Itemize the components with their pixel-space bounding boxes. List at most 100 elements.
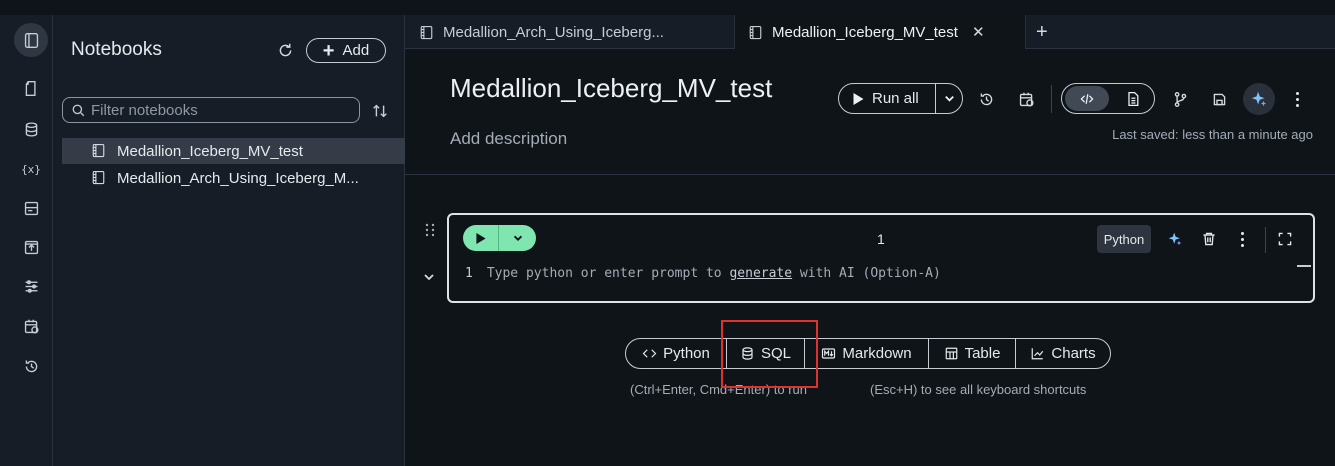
rail-variables-button[interactable]: {x} [13, 154, 49, 184]
tab-bar: Medallion_Arch_Using_Iceberg... Medallio… [405, 15, 1335, 49]
generate-link[interactable]: generate [729, 266, 792, 281]
sort-button[interactable] [371, 102, 391, 122]
collapse-cell-button[interactable] [422, 270, 436, 284]
add-cell-toolbar: Python SQL Markdown Table Charts [625, 338, 1111, 369]
notebook-list-item[interactable]: Medallion_Iceberg_MV_test [62, 138, 405, 164]
upload-box-icon [24, 240, 38, 254]
code-placeholder: Type python or enter prompt to [486, 266, 730, 281]
notebook-icon [420, 25, 433, 39]
filter-notebooks-input[interactable]: Filter notebooks [62, 97, 360, 123]
notebook-title[interactable]: Medallion_Iceberg_MV_test [450, 73, 772, 104]
code-icon [1080, 93, 1094, 104]
run-all-label: Run all [872, 90, 919, 107]
chevron-down-icon [424, 274, 434, 281]
description-input[interactable]: Add description [450, 129, 567, 149]
add-cell-label: Markdown [842, 345, 912, 362]
add-notebook-button[interactable]: + Add [306, 38, 386, 63]
filter-placeholder: Filter notebooks [91, 101, 198, 119]
tab-medallion-arch[interactable]: Medallion_Arch_Using_Iceberg... [419, 15, 664, 49]
history-icon [980, 93, 992, 105]
notebook-icon [92, 170, 105, 185]
tab-label: Medallion_Arch_Using_Iceberg... [443, 23, 664, 41]
trash-icon [1203, 232, 1215, 246]
add-cell-label: Table [964, 345, 1001, 362]
run-cell-button[interactable] [463, 225, 499, 251]
run-options-dropdown[interactable] [936, 92, 962, 105]
refresh-button[interactable] [274, 39, 296, 61]
add-table-cell-button[interactable]: Table [929, 339, 1016, 368]
markdown-icon [822, 348, 836, 359]
view-mode-toggle [1061, 83, 1155, 114]
rail-history-button[interactable] [13, 351, 49, 381]
cell-language-select[interactable]: Python [1097, 225, 1151, 253]
drag-handle-icon[interactable] [425, 223, 435, 237]
expand-cell-button[interactable] [1275, 229, 1295, 249]
calendar-clock-icon [24, 319, 39, 334]
run-cell-dropdown[interactable] [499, 232, 536, 244]
toolbar-divider [1051, 85, 1052, 113]
code-view-button[interactable] [1065, 86, 1109, 111]
editor-scroll-indicator [1297, 265, 1311, 267]
sort-arrows-icon [373, 104, 387, 118]
more-options-button[interactable] [1289, 88, 1305, 110]
delete-cell-button[interactable] [1199, 229, 1219, 249]
rail-catalog-button[interactable] [13, 193, 49, 223]
cell-ai-button[interactable] [1165, 229, 1185, 249]
table-icon [945, 347, 957, 360]
tab-medallion-iceberg[interactable]: Medallion_Iceberg_MV_test ✕ [734, 15, 1026, 49]
search-icon [72, 104, 85, 116]
icon-rail: {x} [0, 15, 53, 466]
code-icon [642, 349, 657, 358]
shortcuts-hint: (Esc+H) to see all keyboard shortcuts [870, 382, 1087, 397]
new-tab-button[interactable]: + [1036, 21, 1048, 44]
rail-notebooks-button[interactable] [14, 23, 48, 57]
chevron-down-icon [944, 95, 954, 102]
ai-assistant-button[interactable] [1243, 83, 1275, 115]
notebooks-panel: Notebooks + Add Filter notebooks Medalli… [53, 15, 405, 466]
cell-toolbar-divider [1265, 227, 1266, 253]
add-cell-label: Charts [1051, 345, 1096, 362]
code-editor-line[interactable]: 1 Type python or enter prompt to generate… [465, 266, 941, 281]
play-icon [853, 92, 864, 105]
notebook-panel-icon [24, 32, 38, 48]
notebook-editor: Medallion_Iceberg_MV_test Add descriptio… [405, 49, 1335, 466]
close-icon[interactable]: ✕ [972, 23, 985, 41]
document-view-button[interactable] [1109, 84, 1156, 113]
chart-icon [1032, 348, 1044, 360]
rail-export-button[interactable] [13, 232, 49, 262]
save-button[interactable] [1208, 88, 1230, 110]
save-icon [1213, 93, 1225, 105]
add-chart-cell-button[interactable]: Charts [1016, 339, 1110, 368]
window-top-strip [0, 0, 1335, 15]
cell-number: 1 [877, 231, 885, 247]
cell-more-options-button[interactable] [1237, 229, 1247, 249]
add-python-cell-button[interactable]: Python [626, 339, 727, 368]
code-placeholder-suffix: with AI (Option-A) [792, 266, 941, 281]
rail-data-button[interactable] [13, 114, 49, 144]
add-markdown-cell-button[interactable]: Markdown [805, 339, 929, 368]
run-cell-button-group [463, 225, 536, 251]
run-all-button-group: Run all [838, 83, 963, 114]
line-number: 1 [465, 266, 473, 281]
panel-list-icon [24, 201, 38, 215]
notebook-icon [749, 25, 762, 39]
rail-settings-button[interactable] [13, 271, 49, 301]
notebook-list-item[interactable]: Medallion_Arch_Using_Iceberg_M... [62, 165, 405, 191]
run-all-button[interactable]: Run all [839, 84, 937, 113]
add-cell-label: Python [663, 345, 710, 362]
notebook-list-item-label: Medallion_Arch_Using_Iceberg_M... [117, 169, 359, 187]
schedule-button[interactable] [1015, 88, 1037, 110]
refresh-icon [279, 43, 291, 56]
version-history-button[interactable] [975, 88, 997, 110]
sliders-icon [25, 279, 37, 293]
highlight-box [721, 320, 818, 388]
code-cell[interactable]: 1 Python 1 Type python or enter prompt to… [447, 213, 1315, 303]
rail-files-button[interactable] [13, 73, 49, 103]
git-branch-button[interactable] [1169, 88, 1191, 110]
play-icon [475, 232, 486, 244]
rail-schedule-button[interactable] [13, 311, 49, 341]
variables-icon: {x} [21, 162, 41, 176]
sparkle-icon [1168, 232, 1182, 246]
branch-icon [1174, 91, 1186, 107]
plus-icon: + [322, 39, 335, 62]
